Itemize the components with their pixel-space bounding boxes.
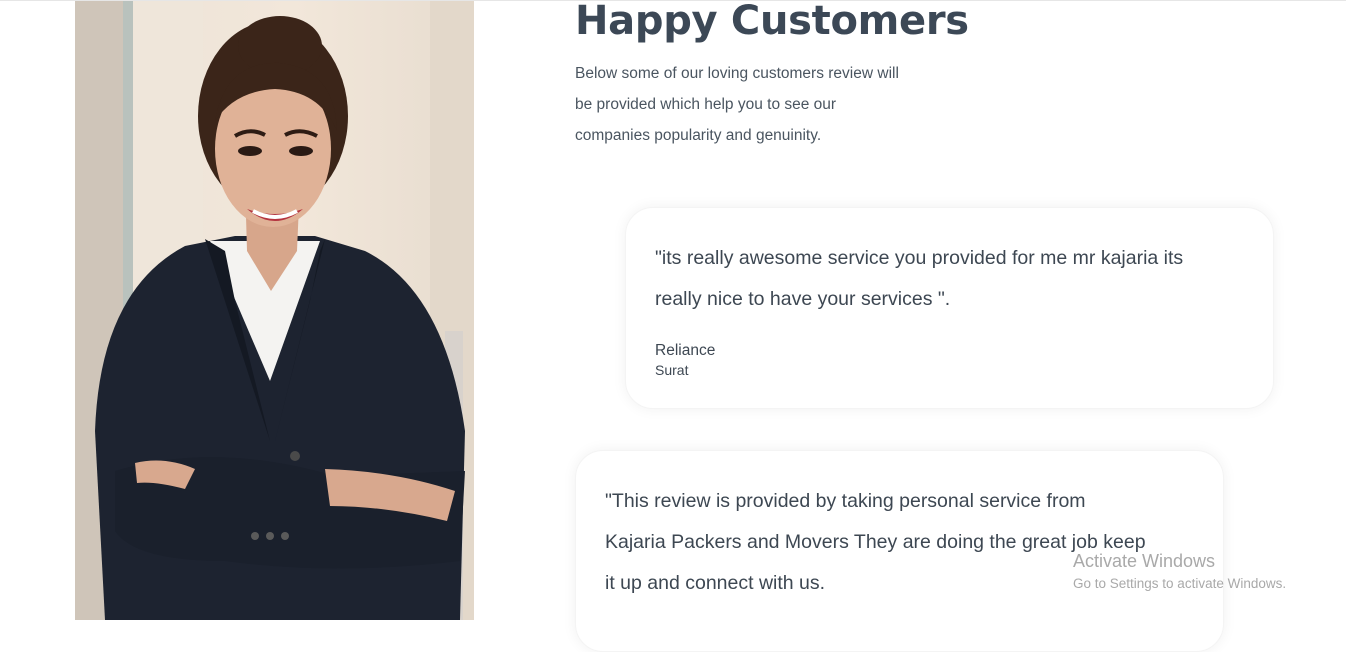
testimonial-author-name: Reliance bbox=[655, 342, 716, 359]
intro-line: be provided which help you to see our bbox=[575, 96, 837, 113]
section-title: Happy Customers bbox=[575, 0, 969, 44]
section-intro: Below some of our loving customers revie… bbox=[575, 58, 935, 151]
businesswoman-illustration bbox=[75, 1, 474, 620]
customer-photo bbox=[75, 1, 474, 620]
intro-line: Below some of our loving customers revie… bbox=[575, 65, 899, 82]
watermark-title: Activate Windows bbox=[1073, 551, 1216, 571]
intro-line: companies popularity and genuinity. bbox=[575, 127, 822, 144]
watermark-subtitle: Go to Settings to activate Windows. bbox=[1073, 576, 1287, 591]
quote-line: really nice to have your services ". bbox=[655, 288, 951, 310]
testimonial-quote: "its really awesome service you provided… bbox=[655, 238, 1255, 320]
quote-line: "This review is provided by taking perso… bbox=[605, 490, 1086, 512]
testimonial-card: "its really awesome service you provided… bbox=[625, 207, 1274, 409]
quote-line: "its really awesome service you provided… bbox=[655, 247, 1184, 269]
activate-windows-watermark: Activate Windows Go to Settings to activ… bbox=[1073, 550, 1286, 594]
testimonial-author-city: Surat bbox=[655, 362, 689, 378]
